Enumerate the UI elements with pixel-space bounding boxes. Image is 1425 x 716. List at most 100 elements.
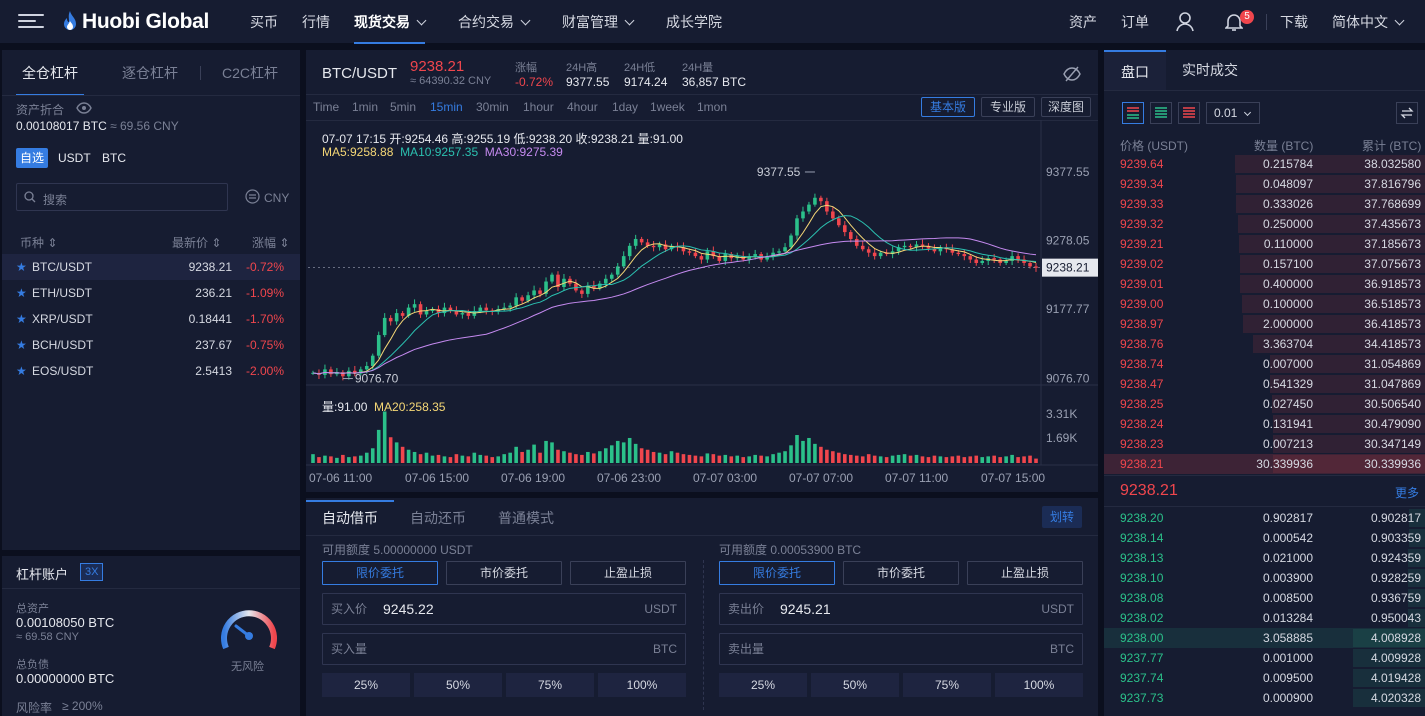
- market-row[interactable]: ★ BTC/USDT 9238.21 -0.72%: [2, 254, 300, 280]
- ask-row[interactable]: 9239.00 0.100000 36.518573: [1104, 294, 1425, 314]
- search-box[interactable]: 搜索: [16, 183, 228, 211]
- buy-limit-order-button[interactable]: 限价委托: [322, 561, 438, 585]
- view-basic-button[interactable]: 基本版: [921, 97, 975, 117]
- sell-pct-25[interactable]: 25%: [719, 673, 807, 697]
- timeframe-1mon[interactable]: 1mon: [697, 100, 727, 114]
- buy-pct-25[interactable]: 25%: [322, 673, 410, 697]
- filter-btc[interactable]: BTC: [102, 151, 126, 165]
- eye-icon[interactable]: [76, 102, 92, 114]
- filter-favorites[interactable]: 自选: [16, 148, 48, 168]
- ask-row[interactable]: 9238.47 0.541329 31.047869: [1104, 374, 1425, 394]
- tab-order-book[interactable]: 盘口: [1104, 50, 1166, 90]
- nav-spot-trading[interactable]: 现货交易: [354, 0, 427, 44]
- timeframe-1hour[interactable]: 1hour: [523, 100, 554, 114]
- bid-row[interactable]: 9238.14 0.000542 0.903359: [1104, 528, 1425, 548]
- ask-row[interactable]: 9239.64 0.215784 38.032580: [1104, 154, 1425, 174]
- market-row[interactable]: ★ XRP/USDT 0.18441 -1.70%: [2, 306, 300, 332]
- bid-row[interactable]: 9238.13 0.021000 0.924359: [1104, 548, 1425, 568]
- hide-icon[interactable]: [1063, 65, 1081, 83]
- precision-select[interactable]: 0.01: [1206, 102, 1260, 124]
- nav-academy[interactable]: 成长学院: [666, 0, 722, 44]
- buy-stop-order-button[interactable]: 止盈止损: [570, 561, 686, 585]
- market-row[interactable]: ★ BCH/USDT 237.67 -0.75%: [2, 332, 300, 358]
- user-icon[interactable]: [1176, 12, 1194, 32]
- market-row[interactable]: ★ ETH/USDT 236.21 -1.09%: [2, 280, 300, 306]
- timeframe-4hour[interactable]: 4hour: [567, 100, 598, 114]
- tab-c2c-margin[interactable]: C2C杠杆: [222, 50, 278, 96]
- nav-download[interactable]: 下载: [1280, 0, 1308, 44]
- book-bids-icon[interactable]: [1150, 102, 1172, 124]
- bid-row[interactable]: 9237.73 0.000900 4.020328: [1104, 688, 1425, 708]
- tab-auto-borrow[interactable]: 自动借币: [306, 500, 394, 536]
- nav-contracts[interactable]: 合约交易: [458, 0, 531, 44]
- nav-buy-crypto[interactable]: 买币: [250, 0, 278, 44]
- tab-recent-trades[interactable]: 实时成交: [1182, 50, 1238, 90]
- star-icon[interactable]: ★: [16, 254, 27, 280]
- ask-row[interactable]: 9238.76 3.363704 34.418573: [1104, 334, 1425, 354]
- star-icon[interactable]: ★: [16, 306, 27, 332]
- tab-auto-repay[interactable]: 自动还币: [410, 500, 466, 536]
- timeframe-1min[interactable]: 1min: [352, 100, 378, 114]
- ask-row[interactable]: 9239.01 0.400000 36.918573: [1104, 274, 1425, 294]
- ask-row[interactable]: 9239.21 0.110000 37.185673: [1104, 234, 1425, 254]
- timeframe-5min[interactable]: 5min: [390, 100, 416, 114]
- sell-amount-field[interactable]: 卖出量 BTC: [719, 633, 1083, 665]
- bid-row[interactable]: 9238.10 0.003900 0.928259: [1104, 568, 1425, 588]
- ask-row[interactable]: 9239.34 0.048097 37.816796: [1104, 174, 1425, 194]
- candlestick-chart[interactable]: 9377.55 9278.05 9177.77 9076.70 9238.21 9377.…: [306, 120, 1098, 492]
- nav-orders[interactable]: 订单: [1121, 0, 1149, 44]
- nav-assets[interactable]: 资产: [1069, 0, 1097, 44]
- bid-row[interactable]: 9238.20 0.902817 0.902817: [1104, 508, 1425, 528]
- bid-row[interactable]: 9237.74 0.009500 4.019428: [1104, 668, 1425, 688]
- buy-market-order-button[interactable]: 市价委托: [446, 561, 562, 585]
- nav-language[interactable]: 简体中文: [1332, 0, 1405, 44]
- bid-row[interactable]: 9238.00 3.058885 4.008928: [1104, 628, 1425, 648]
- buy-price-field[interactable]: 买入价 9245.22 USDT: [322, 593, 686, 625]
- sell-stop-order-button[interactable]: 止盈止损: [967, 561, 1083, 585]
- bid-row[interactable]: 9238.08 0.008500 0.936759: [1104, 588, 1425, 608]
- timeframe-15min[interactable]: 15min: [430, 100, 463, 114]
- ask-row[interactable]: 9238.97 2.000000 36.418573: [1104, 314, 1425, 334]
- book-asks-icon[interactable]: [1178, 102, 1200, 124]
- sell-price-field[interactable]: 卖出价 9245.21 USDT: [719, 593, 1083, 625]
- ask-row[interactable]: 9238.25 0.027450 30.506540: [1104, 394, 1425, 414]
- buy-pct-50[interactable]: 50%: [414, 673, 502, 697]
- ask-row[interactable]: 9238.23 0.007213 30.347149: [1104, 434, 1425, 454]
- bid-row[interactable]: 9237.77 0.001000 4.009928: [1104, 648, 1425, 668]
- ask-row[interactable]: 9238.24 0.131941 30.479090: [1104, 414, 1425, 434]
- nav-wealth[interactable]: 财富管理: [562, 0, 635, 44]
- buy-pct-100[interactable]: 100%: [598, 673, 686, 697]
- ask-row[interactable]: 9238.74 0.007000 31.054869: [1104, 354, 1425, 374]
- book-more-link[interactable]: 更多: [1395, 484, 1419, 501]
- ask-row[interactable]: 9239.02 0.157100 37.075673: [1104, 254, 1425, 274]
- currency-toggle-icon[interactable]: [245, 189, 260, 204]
- bid-row[interactable]: 9238.02 0.013284 0.950043: [1104, 608, 1425, 628]
- market-row[interactable]: ★ EOS/USDT 2.5413 -2.00%: [2, 358, 300, 384]
- view-pro-button[interactable]: 专业版: [981, 97, 1035, 117]
- tab-cross-margin[interactable]: 全仓杠杆: [16, 50, 84, 96]
- ask-row[interactable]: 9238.21 30.339936 30.339936: [1104, 454, 1425, 474]
- sell-pct-100[interactable]: 100%: [995, 673, 1083, 697]
- book-both-icon[interactable]: [1122, 102, 1144, 124]
- sell-pct-75[interactable]: 75%: [903, 673, 991, 697]
- sell-limit-order-button[interactable]: 限价委托: [719, 561, 835, 585]
- view-depth-button[interactable]: 深度图: [1041, 97, 1091, 117]
- transfer-button[interactable]: 划转: [1042, 506, 1082, 528]
- sell-pct-50[interactable]: 50%: [811, 673, 899, 697]
- tab-normal-mode[interactable]: 普通模式: [498, 500, 554, 536]
- col-header-price[interactable]: 最新价 ⇕: [172, 234, 221, 251]
- star-icon[interactable]: ★: [16, 358, 27, 384]
- logo[interactable]: Huobi Global: [62, 10, 209, 34]
- timeframe-1day[interactable]: 1day: [612, 100, 638, 114]
- timeframe-time[interactable]: Time: [313, 100, 339, 114]
- nav-markets[interactable]: 行情: [302, 0, 330, 44]
- timeframe-30min[interactable]: 30min: [476, 100, 509, 114]
- timeframe-1week[interactable]: 1week: [650, 100, 685, 114]
- sell-market-order-button[interactable]: 市价委托: [843, 561, 959, 585]
- buy-pct-75[interactable]: 75%: [506, 673, 594, 697]
- currency-label[interactable]: CNY: [264, 191, 289, 205]
- menu-icon[interactable]: [18, 14, 44, 30]
- col-header-change[interactable]: 涨幅 ⇕: [252, 234, 289, 251]
- buy-amount-field[interactable]: 买入量 BTC: [322, 633, 686, 665]
- ask-row[interactable]: 9239.33 0.333026 37.768699: [1104, 194, 1425, 214]
